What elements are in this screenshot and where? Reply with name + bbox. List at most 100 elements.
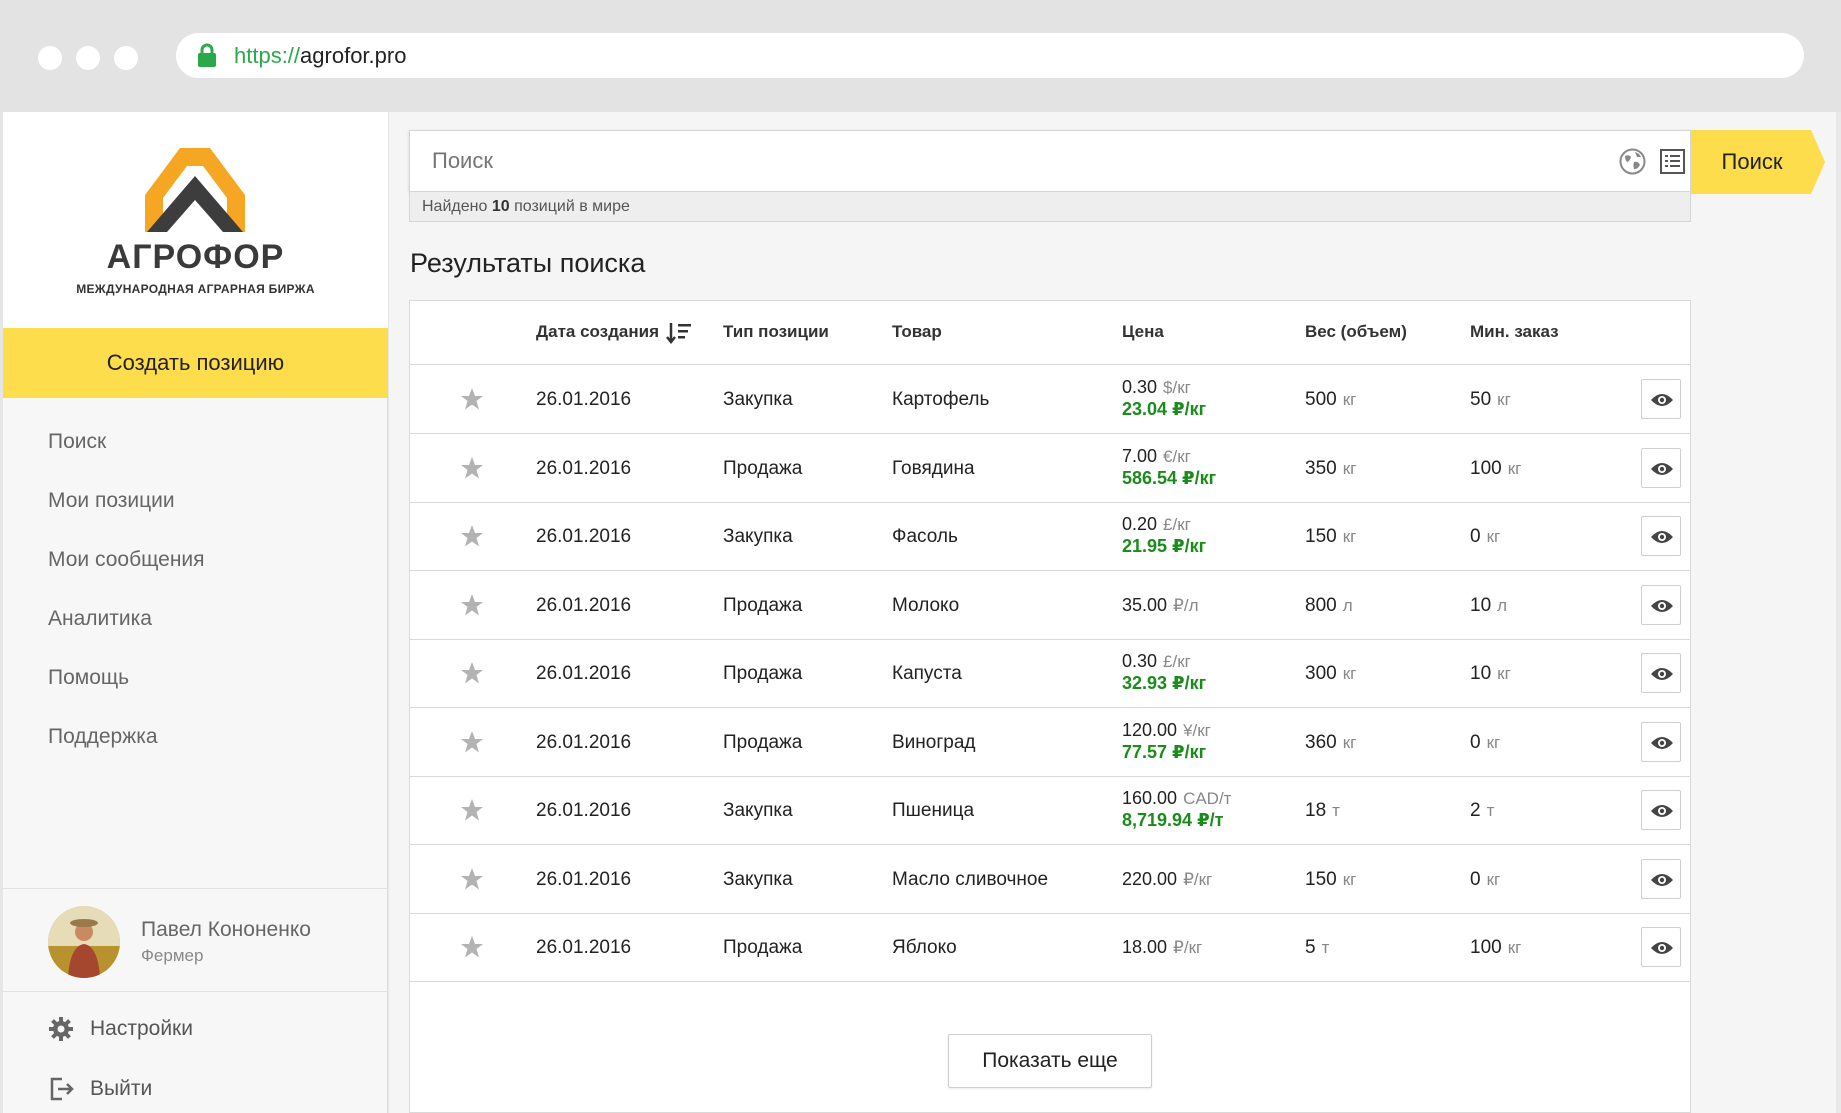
- sort-icon[interactable]: [666, 321, 692, 345]
- column-price[interactable]: Цена: [1122, 322, 1164, 342]
- row-weight-unit: кг: [1342, 458, 1357, 478]
- view-button[interactable]: [1641, 721, 1681, 762]
- row-min-order: 0 кг: [1470, 732, 1500, 754]
- eye-icon: [1651, 394, 1673, 406]
- sidebar-item-my-messages[interactable]: Мои сообщения: [3, 540, 388, 599]
- view-button[interactable]: [1641, 447, 1681, 488]
- column-date[interactable]: Дата создания: [536, 322, 659, 342]
- row-weight-unit: кг: [1342, 664, 1357, 683]
- row-type: Продажа: [723, 937, 803, 958]
- row-weight-unit: т: [1321, 938, 1330, 957]
- show-more-button[interactable]: Показать еще: [948, 1034, 1152, 1088]
- row-price-value: 7.00: [1122, 445, 1158, 466]
- star-icon[interactable]: [460, 456, 484, 480]
- gear-icon: [49, 1017, 73, 1041]
- logout-link[interactable]: Выйти: [48, 1069, 152, 1109]
- table-row[interactable]: 26.01.2016 Продажа Говядина 7.00 €/кг 586.54 …: [410, 434, 1690, 503]
- row-product: Картофель: [892, 389, 990, 410]
- row-price-value: 120.00: [1122, 719, 1178, 740]
- row-price: 160.00 CAD/т: [1122, 788, 1231, 809]
- star-icon[interactable]: [460, 935, 484, 959]
- row-weight-value: 300: [1305, 663, 1337, 684]
- address-bar[interactable]: https://agrofor.pro: [176, 33, 1804, 78]
- star-icon[interactable]: [460, 387, 484, 411]
- row-min-order: 2т: [1470, 800, 1494, 822]
- row-price: 0.30 $/кг: [1122, 377, 1191, 398]
- sidebar-nav: Поиск Мои позиции Мои сообщения Аналитик…: [3, 422, 388, 776]
- row-weight: 5т: [1305, 937, 1329, 959]
- row-min-value: 10: [1470, 594, 1492, 616]
- star-icon[interactable]: [460, 524, 484, 548]
- search-input[interactable]: [410, 131, 1590, 191]
- view-button[interactable]: [1641, 584, 1681, 625]
- view-button[interactable]: [1641, 653, 1681, 693]
- settings-link[interactable]: Настройки: [48, 1009, 193, 1049]
- eye-icon: [1651, 599, 1673, 612]
- column-weight[interactable]: Вес (объем): [1305, 322, 1407, 342]
- row-min-unit: кг: [1497, 664, 1511, 683]
- star-icon[interactable]: [460, 730, 484, 754]
- user-role: Фермер: [141, 946, 204, 965]
- row-price-rub: 586.54 ₽/кг: [1122, 467, 1217, 488]
- table-row[interactable]: 26.01.2016 Закупка Фасоль 0.20 £/кг 21.95 ₽/к…: [410, 502, 1690, 571]
- scrollbar-track[interactable]: [1836, 112, 1841, 1113]
- row-date: 26.01.2016: [536, 526, 632, 547]
- row-price-unit: $/кг: [1163, 378, 1191, 397]
- table-row[interactable]: 26.01.2016 Закупка Пшеница 160.00 CAD/т 8,719…: [410, 776, 1690, 845]
- row-min-unit: кг: [1507, 458, 1522, 478]
- window-dot-maximize[interactable]: [114, 46, 138, 70]
- row-weight-value: 150: [1305, 526, 1337, 547]
- row-product: Капуста: [892, 663, 962, 684]
- view-button[interactable]: [1641, 858, 1681, 899]
- user-name: Павел Кононенко: [141, 918, 311, 941]
- column-type[interactable]: Тип позиции: [723, 322, 829, 342]
- url-text: https://agrofor.pro: [234, 43, 406, 69]
- view-button[interactable]: [1641, 927, 1681, 967]
- sidebar-item-support[interactable]: Поддержка: [3, 717, 388, 776]
- table-row[interactable]: 26.01.2016 Продажа Виноград 120.00 ¥/кг 77.57…: [410, 708, 1690, 777]
- window-dot-minimize[interactable]: [76, 46, 100, 70]
- row-product: Молоко: [892, 594, 960, 616]
- row-min-value: 100: [1470, 937, 1502, 958]
- sidebar-item-help[interactable]: Помощь: [3, 658, 388, 717]
- table-row[interactable]: 26.01.2016 Продажа Молоко 35.00 ₽/л 800 л 10 л: [410, 571, 1690, 640]
- view-button[interactable]: [1641, 516, 1681, 556]
- star-icon[interactable]: [460, 867, 484, 891]
- star-icon[interactable]: [460, 593, 484, 617]
- row-weight-unit: кг: [1342, 732, 1357, 752]
- window-dot-close[interactable]: [38, 46, 62, 70]
- star-icon[interactable]: [460, 798, 484, 822]
- table-row[interactable]: 26.01.2016 Продажа Капуста 0.30 £/кг 32.93 ₽/…: [410, 639, 1690, 708]
- column-product[interactable]: Товар: [892, 322, 942, 342]
- row-date: 26.01.2016: [536, 800, 632, 821]
- eye-icon: [1651, 805, 1673, 817]
- row-date: 26.01.2016: [536, 663, 632, 684]
- table-row[interactable]: 26.01.2016 Продажа Яблоко 18.00 ₽/кг 5 т 100 кг: [410, 913, 1690, 982]
- row-date: 26.01.2016: [536, 937, 632, 958]
- star-icon[interactable]: [460, 661, 484, 685]
- sidebar-item-my-positions[interactable]: Мои позиции: [3, 481, 388, 540]
- row-price: 18.00 ₽/кг: [1122, 937, 1202, 958]
- row-min-value: 100: [1470, 457, 1502, 479]
- column-min-order[interactable]: Мин. заказ: [1470, 322, 1559, 342]
- row-price-value: 18.00: [1122, 937, 1168, 957]
- logo[interactable]: АГРОФОР МЕЖДУНАРОДНАЯ АГРАРНАЯ БИРЖА: [3, 112, 388, 328]
- create-position-button[interactable]: Создать позицию: [3, 328, 388, 398]
- search-button[interactable]: Поиск: [1691, 130, 1825, 194]
- logo-subtitle: МЕЖДУНАРОДНАЯ АГРАРНАЯ БИРЖА: [76, 282, 315, 296]
- view-button[interactable]: [1641, 379, 1681, 419]
- avatar[interactable]: [48, 906, 120, 978]
- user-profile[interactable]: Павел Кононенко Фермер: [3, 888, 388, 992]
- row-weight-unit: кг: [1342, 527, 1357, 546]
- globe-icon[interactable]: [1619, 148, 1646, 175]
- row-date: 26.01.2016: [536, 457, 632, 479]
- sidebar-item-analytics[interactable]: Аналитика: [3, 599, 388, 658]
- sidebar-item-search[interactable]: Поиск: [3, 422, 388, 481]
- list-view-icon[interactable]: [1659, 148, 1686, 175]
- table-row[interactable]: 26.01.2016 Закупка Картофель 0.30 $/кг 23.04 …: [410, 365, 1690, 434]
- table-row[interactable]: 26.01.2016 Закупка Масло сливочное 220.00 ₽/…: [410, 845, 1690, 914]
- row-weight: 150 кг: [1305, 869, 1356, 891]
- view-button[interactable]: [1641, 790, 1681, 830]
- row-weight-unit: т: [1332, 801, 1340, 820]
- row-min-order: 50 кг: [1470, 389, 1511, 411]
